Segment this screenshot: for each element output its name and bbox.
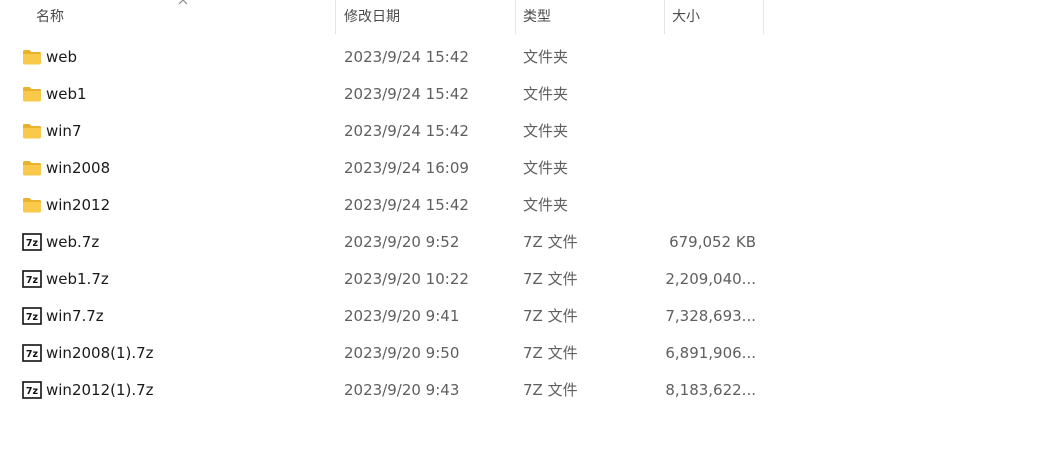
file-row[interactable]: 7z web1.7z 2023/9/20 10:22 7Z 文件 2,209,0… (0, 261, 1052, 298)
column-header-date[interactable]: 修改日期 (336, 0, 515, 34)
file-size (664, 39, 760, 76)
file-date: 2023/9/24 15:42 (344, 196, 469, 214)
file-date: 2023/9/20 10:22 (344, 270, 469, 288)
file-type: 文件夹 (523, 48, 569, 66)
file-row[interactable]: 7z win2012(1).7z 2023/9/20 9:43 7Z 文件 8,… (0, 372, 1052, 409)
file-name: win7.7z (46, 307, 104, 325)
file-size (664, 76, 760, 113)
file-date: 2023/9/24 16:09 (344, 159, 469, 177)
file-name: web1 (46, 85, 87, 103)
file-size (664, 150, 760, 187)
file-size: 7,328,693... (665, 307, 756, 325)
file-row[interactable]: win7 2023/9/24 15:42 文件夹 (0, 113, 1052, 150)
svg-text:7z: 7z (26, 238, 39, 249)
file-name: web.7z (46, 233, 100, 251)
folder-icon (22, 48, 42, 66)
file-date: 2023/9/20 9:41 (344, 307, 460, 325)
column-header-type[interactable]: 类型 (515, 0, 665, 34)
file-name: win2008 (46, 159, 111, 177)
file-type: 7Z 文件 (523, 233, 578, 251)
file-size (664, 187, 760, 224)
svg-text:7z: 7z (26, 386, 39, 397)
file-row[interactable]: win2008 2023/9/24 16:09 文件夹 (0, 150, 1052, 187)
file-date: 2023/9/20 9:43 (344, 381, 460, 399)
file-type: 文件夹 (523, 196, 569, 214)
7z-archive-icon: 7z (22, 233, 42, 251)
file-size (664, 113, 760, 150)
7z-archive-icon: 7z (22, 307, 42, 325)
file-type: 7Z 文件 (523, 381, 578, 399)
file-type: 文件夹 (523, 85, 569, 103)
7z-archive-icon: 7z (22, 270, 42, 288)
file-size: 8,183,622... (665, 381, 756, 399)
column-header-bar: 名称 修改日期 类型 大小 (0, 0, 1052, 34)
file-type: 7Z 文件 (523, 270, 578, 288)
folder-icon (22, 159, 42, 177)
folder-icon (22, 196, 42, 214)
file-name: web (46, 48, 78, 66)
file-date: 2023/9/24 15:42 (344, 122, 469, 140)
file-type: 文件夹 (523, 122, 569, 140)
file-list: web 2023/9/24 15:42 文件夹 web1 2023/9/24 1… (0, 39, 1052, 409)
file-type: 文件夹 (523, 159, 569, 177)
folder-icon (22, 122, 42, 140)
file-size: 679,052 KB (669, 233, 756, 251)
column-separator[interactable] (763, 0, 764, 34)
file-row[interactable]: web1 2023/9/24 15:42 文件夹 (0, 76, 1052, 113)
file-name: win7 (46, 122, 82, 140)
file-type: 7Z 文件 (523, 307, 578, 325)
7z-archive-icon: 7z (22, 381, 42, 399)
folder-icon (22, 85, 42, 103)
file-date: 2023/9/24 15:42 (344, 85, 469, 103)
file-name: win2008(1).7z (46, 344, 154, 362)
svg-text:7z: 7z (26, 349, 39, 360)
file-row[interactable]: 7z web.7z 2023/9/20 9:52 7Z 文件 679,052 K… (0, 224, 1052, 261)
7z-archive-icon: 7z (22, 344, 42, 362)
file-row[interactable]: 7z win2008(1).7z 2023/9/20 9:50 7Z 文件 6,… (0, 335, 1052, 372)
file-row[interactable]: win2012 2023/9/24 15:42 文件夹 (0, 187, 1052, 224)
file-name: win2012 (46, 196, 111, 214)
file-size: 2,209,040... (665, 270, 756, 288)
file-row[interactable]: 7z win7.7z 2023/9/20 9:41 7Z 文件 7,328,69… (0, 298, 1052, 335)
svg-text:7z: 7z (26, 312, 39, 323)
file-date: 2023/9/20 9:52 (344, 233, 460, 251)
column-header-name[interactable]: 名称 (28, 0, 335, 34)
file-date: 2023/9/20 9:50 (344, 344, 460, 362)
svg-text:7z: 7z (26, 275, 39, 286)
file-size: 6,891,906... (665, 344, 756, 362)
column-header-size[interactable]: 大小 (664, 0, 764, 34)
file-name: win2012(1).7z (46, 381, 154, 399)
file-row[interactable]: web 2023/9/24 15:42 文件夹 (0, 39, 1052, 76)
file-name: web1.7z (46, 270, 109, 288)
file-type: 7Z 文件 (523, 344, 578, 362)
file-date: 2023/9/24 15:42 (344, 48, 469, 66)
